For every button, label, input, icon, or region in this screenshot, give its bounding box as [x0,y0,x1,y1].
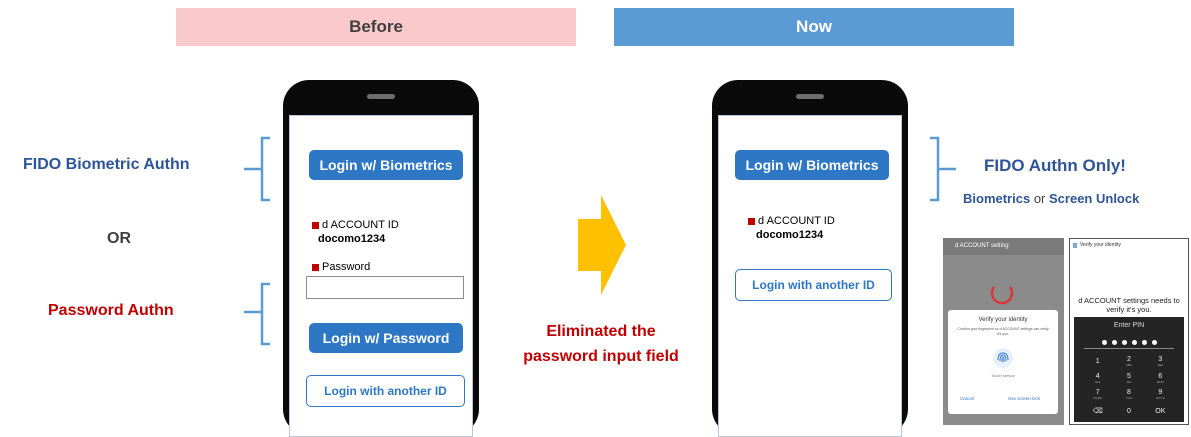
pin-dot [1131,339,1137,345]
speaker [367,94,395,99]
password-input[interactable] [306,276,464,299]
screen-unlock-text: Screen Unlock [1049,191,1140,206]
now-biometrics-button[interactable]: Login w/ Biometrics [735,150,889,180]
pin-key[interactable]: 2 ABC [1113,354,1144,371]
pin-key-letters: PQRS [1093,396,1102,401]
before-biometrics-button[interactable]: Login w/ Biometrics [309,150,463,180]
pin-key-label: ⌫ [1092,407,1103,415]
pin-key-letters: GHI [1094,379,1101,384]
pin-key[interactable]: 3 DEF [1145,354,1176,371]
pin-key[interactable]: 1 [1082,354,1113,371]
bullet-icon [312,221,319,229]
pin-key[interactable]: 8 TUV [1113,387,1144,404]
pin-keypad: 1 2 ABC 3 DEF 4 GHI 5 JKL 6 MNO 7 PQRS 8 TUV 9 WXYZ ⌫ 0 OK [1082,354,1176,420]
now-header-text: Now [796,17,832,36]
dialog-text: Confirm your fingerprint so d ACCOUNT se… [957,327,1049,336]
eliminated-caption: Eliminated the password input field [496,319,706,369]
shield-icon [1073,242,1077,248]
pin-dots [1084,336,1174,349]
before-password-label: Password [312,261,370,273]
pin-key-letters: JKL [1126,379,1132,384]
pin-key[interactable]: 6 MNO [1145,371,1176,388]
pin-dot [1111,339,1117,345]
pin-dot [1151,339,1157,345]
password-authn-label: Password Authn [48,302,174,319]
biometrics-text: Biometrics [963,191,1031,206]
pin-key-letters: WXYZ [1155,396,1165,401]
pin-key[interactable]: 0 [1113,404,1144,421]
pin-key-label: 1 [1095,358,1100,366]
fido-bracket [244,136,270,202]
before-header: Before [176,8,576,46]
now-account-id-label-text: d ACCOUNT ID [758,215,835,227]
pin-key-letters: ABC [1125,363,1133,368]
fingerprint-title-bar: d ACCOUNT setting [943,238,1064,255]
pin-keypad-area: Enter PIN 1 2 ABC 3 DEF 4 GHI 5 JKL 6 MNO 7 PQRS 8 TUV… [1074,317,1184,422]
touch-sensor-text: Touch sensor [991,373,1015,378]
before-account-id-label-text: d ACCOUNT ID [322,219,399,231]
fingerprint-screenshot: d ACCOUNT setting Verify your identity C… [943,238,1064,425]
dialog-title: Verify your identity [978,317,1028,323]
pin-title-bar: Verify your identity [1073,242,1121,248]
loading-spinner-icon [990,286,1014,305]
cancel-button[interactable]: Cancel [960,396,974,401]
before-header-text: Before [349,17,403,36]
bullet-icon [312,263,319,271]
fido-only-bracket [930,136,956,202]
fido-biometric-label: FIDO Biometric Authn [23,156,190,173]
or-text: or [1033,191,1046,206]
login-password-button[interactable]: Login w/ Password [309,323,463,353]
pin-key[interactable]: ⌫ [1082,404,1113,421]
fido-only-title: FIDO Authn Only! [984,156,1126,175]
pin-title-text: Verify your identity [1080,242,1121,248]
fingerprint-dialog: Verify your identity Confirm your finger… [948,310,1058,414]
pin-screenshot: Verify your identity d ACCOUNT settings … [1069,238,1189,425]
password-bracket [244,282,270,346]
pin-key[interactable]: OK [1145,404,1176,421]
pin-message: d ACCOUNT settings needs to verify it's … [1078,296,1180,314]
pin-key[interactable]: 4 GHI [1082,371,1113,388]
pin-key[interactable]: 5 JKL [1113,371,1144,388]
or-label: OR [107,230,131,247]
pin-dot [1101,339,1107,345]
pin-dot [1121,339,1127,345]
pin-key-letters: TUV [1125,396,1132,401]
now-account-id-value: docomo1234 [756,229,824,241]
before-password-label-text: Password [322,261,371,273]
pin-dot [1141,339,1147,345]
before-account-id-label: d ACCOUNT ID [312,219,399,231]
fingerprint-icon [993,348,1013,368]
caption-line-1: Eliminated the [546,323,656,340]
now-account-id-label: d ACCOUNT ID [748,215,835,227]
pin-key[interactable]: 7 PQRS [1082,387,1113,404]
bullet-icon [748,217,755,225]
pin-key-label: 0 [1127,407,1131,415]
pin-key-letters: MNO [1156,379,1164,384]
right-arrow-icon [578,195,626,295]
speaker [796,94,824,99]
now-another-id-button[interactable]: Login with another ID [735,269,892,301]
use-screen-lock-button[interactable]: Use screen lock [1008,396,1040,401]
enter-pin-label: Enter PIN [1113,322,1145,329]
pin-key[interactable]: 9 WXYZ [1145,387,1176,404]
before-another-id-button[interactable]: Login with another ID [306,375,465,407]
now-header: Now [614,8,1014,46]
pin-key-label: OK [1155,407,1166,415]
caption-line-2: password input field [523,348,679,365]
before-account-id-value: docomo1234 [318,233,386,245]
now-phone [712,80,908,437]
pin-key-letters: DEF [1157,363,1164,368]
fido-only-subtitle: Biometrics or Screen Unlock [963,191,1139,206]
